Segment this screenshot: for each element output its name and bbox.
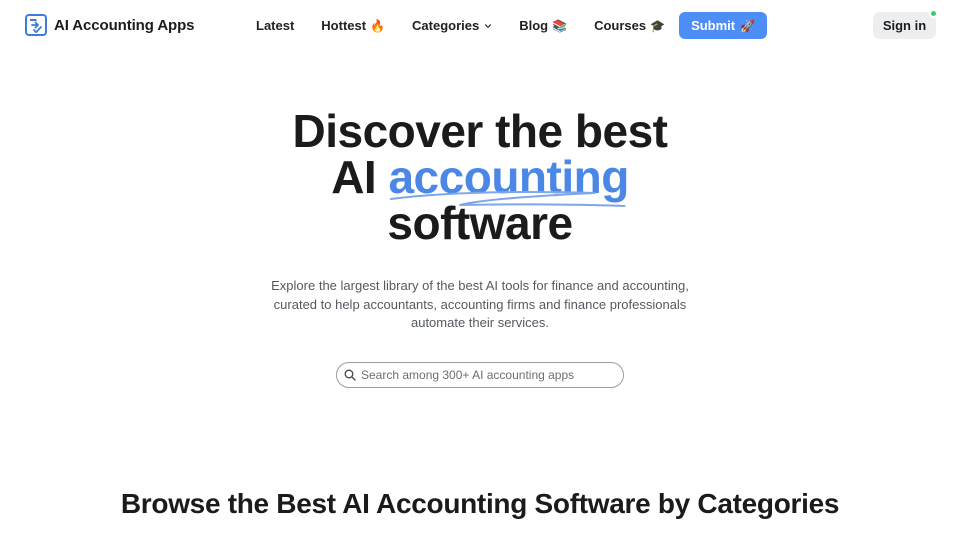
hero-subtitle-line-1: Explore the largest library of the best … [271, 278, 689, 293]
hero-heading: Discover the best AI accounting software [0, 108, 960, 246]
hero-subtitle: Explore the largest library of the best … [230, 277, 730, 333]
search-input[interactable] [361, 368, 611, 382]
nav-latest[interactable]: Latest [256, 18, 294, 33]
hero-subtitle-line-3: automate their services. [410, 315, 549, 330]
books-icon: 📚 [552, 18, 568, 33]
search-bar[interactable] [336, 362, 624, 388]
rocket-icon: 🚀 [740, 18, 756, 33]
hero-line-1: Discover the best [292, 105, 668, 157]
nav-blog[interactable]: Blog 📚 [519, 18, 567, 33]
brand-name: AI Accounting Apps [54, 16, 195, 34]
main-menu: Latest Hottest 🔥 Categories Blog 📚 Cours… [256, 12, 768, 39]
hero-accent-word: accounting [388, 154, 629, 207]
nav-categories-dropdown[interactable]: Categories [412, 18, 492, 33]
nav-categories-label: Categories [412, 18, 480, 33]
hero-subtitle-line-2: curated to help accountants, accounting … [273, 296, 687, 312]
nav-latest-label: Latest [256, 18, 295, 33]
hero-line-2-prefix: AI [331, 151, 389, 203]
search-icon [344, 369, 356, 381]
top-navigation: AI Accounting Apps Latest Hottest 🔥 Cate… [0, 0, 960, 50]
sign-in-button[interactable]: Sign in [873, 12, 936, 39]
brand-home-link[interactable]: AI Accounting Apps [25, 14, 195, 36]
hand-drawn-underline [390, 191, 626, 207]
chevron-down-icon [485, 23, 492, 28]
fire-icon: 🔥 [370, 18, 386, 33]
online-status-dot [929, 9, 938, 18]
nav-hottest-label: Hottest [321, 18, 367, 33]
nav-courses-label: Courses [594, 18, 647, 33]
hero-line-2: AI accounting [0, 151, 960, 207]
app-logo-icon [25, 14, 47, 36]
nav-blog-label: Blog [519, 18, 549, 33]
categories-section-title: Browse the Best AI Accounting Software b… [120, 488, 840, 519]
graduation-cap-icon: 🎓 [650, 18, 666, 33]
nav-courses[interactable]: Courses 🎓 [594, 18, 665, 33]
submit-label: Submit [691, 18, 736, 33]
submit-button[interactable]: Submit 🚀 [679, 12, 768, 39]
nav-hottest[interactable]: Hottest 🔥 [321, 18, 385, 33]
